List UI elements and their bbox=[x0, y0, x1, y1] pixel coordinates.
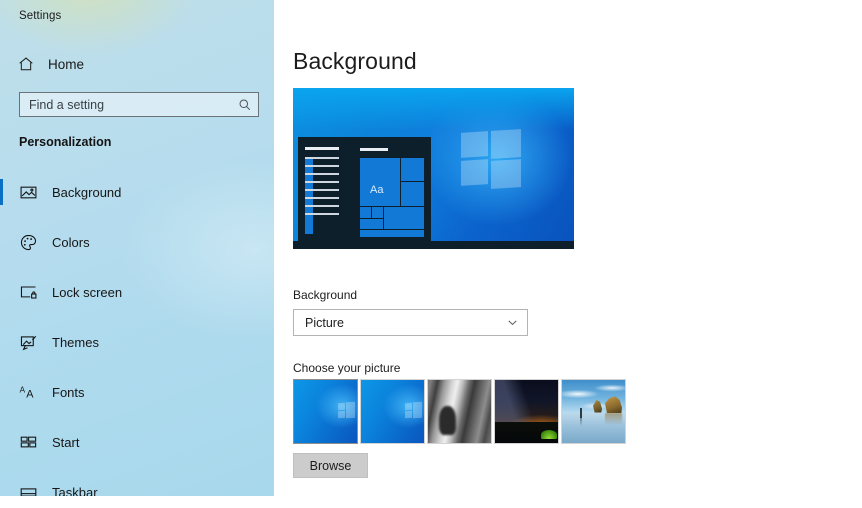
sidebar-item-themes[interactable]: Themes bbox=[0, 326, 274, 359]
search-input[interactable] bbox=[29, 97, 238, 112]
choose-picture-label: Choose your picture bbox=[293, 361, 401, 375]
desktop-preview: Aa bbox=[293, 88, 574, 249]
sidebar-item-home-label: Home bbox=[48, 56, 85, 72]
sidebar-item-home[interactable]: Home bbox=[17, 53, 84, 75]
background-type-dropdown[interactable]: Picture bbox=[293, 309, 528, 336]
sidebar-item-background[interactable]: Background bbox=[0, 176, 274, 209]
main-content: Background Aa Background Picture Choose … bbox=[274, 0, 862, 508]
picture-thumbnail-rock-face-grayscale[interactable] bbox=[427, 379, 492, 444]
start-icon bbox=[19, 433, 38, 452]
palette-icon bbox=[19, 233, 38, 252]
sidebar-item-start-label: Start bbox=[52, 435, 80, 450]
picture-thumbnail-beach-sea-stack[interactable] bbox=[561, 379, 626, 444]
svg-text:A: A bbox=[20, 386, 26, 395]
preview-tiles bbox=[359, 157, 425, 238]
preview-taskbar bbox=[293, 241, 574, 249]
background-field-label: Background bbox=[293, 288, 358, 302]
settings-window: Settings Home Personalization bbox=[0, 0, 862, 508]
fonts-icon: A A bbox=[19, 383, 38, 402]
sidebar-item-lock-screen[interactable]: Lock screen bbox=[0, 276, 274, 309]
browse-button[interactable]: Browse bbox=[293, 453, 368, 478]
search-icon[interactable] bbox=[238, 98, 252, 112]
picture-thumbnail-list bbox=[293, 379, 626, 444]
image-icon bbox=[19, 183, 38, 202]
app-title: Settings bbox=[19, 10, 62, 22]
search-box[interactable] bbox=[19, 92, 259, 117]
sidebar-item-taskbar-label: Taskbar bbox=[52, 485, 98, 496]
sidebar-item-background-label: Background bbox=[52, 185, 122, 200]
svg-text:A: A bbox=[26, 389, 34, 401]
windows-logo-icon bbox=[405, 401, 422, 418]
sidebar-section-header: Personalization bbox=[19, 135, 112, 149]
sidebar-item-taskbar[interactable]: Taskbar bbox=[0, 476, 274, 496]
windows-logo-icon bbox=[461, 129, 521, 189]
windows-logo-icon bbox=[338, 401, 355, 418]
sidebar-item-themes-label: Themes bbox=[52, 335, 99, 350]
sidebar-item-lock-screen-label: Lock screen bbox=[52, 285, 123, 300]
chevron-down-icon bbox=[506, 316, 519, 329]
home-icon bbox=[17, 55, 35, 73]
picture-thumbnail-windows-10-hero-blue-2[interactable] bbox=[360, 379, 425, 444]
sidebar-nav-list: Background Colors Lock screen Themes A A… bbox=[0, 176, 274, 496]
selection-indicator bbox=[0, 179, 3, 205]
preview-tile-group-header bbox=[360, 148, 388, 151]
themes-icon bbox=[19, 333, 38, 352]
sidebar-item-colors[interactable]: Colors bbox=[0, 226, 274, 259]
sidebar-item-colors-label: Colors bbox=[52, 235, 90, 250]
preview-start-menu: Aa bbox=[298, 137, 431, 241]
background-type-value: Picture bbox=[305, 315, 344, 330]
sidebar-item-fonts-label: Fonts bbox=[52, 385, 85, 400]
page-title: Background bbox=[293, 48, 417, 74]
sidebar-item-start[interactable]: Start bbox=[0, 426, 274, 459]
taskbar-icon bbox=[19, 483, 38, 496]
sidebar-item-fonts[interactable]: A A Fonts bbox=[0, 376, 274, 409]
preview-app-list bbox=[305, 147, 339, 221]
picture-thumbnail-night-sky-tent[interactable] bbox=[494, 379, 559, 444]
sidebar: Settings Home Personalization bbox=[0, 0, 274, 496]
preview-sample-text: Aa bbox=[370, 184, 384, 196]
picture-thumbnail-windows-10-hero-blue-1[interactable] bbox=[293, 379, 358, 444]
lock-screen-icon bbox=[19, 283, 38, 302]
